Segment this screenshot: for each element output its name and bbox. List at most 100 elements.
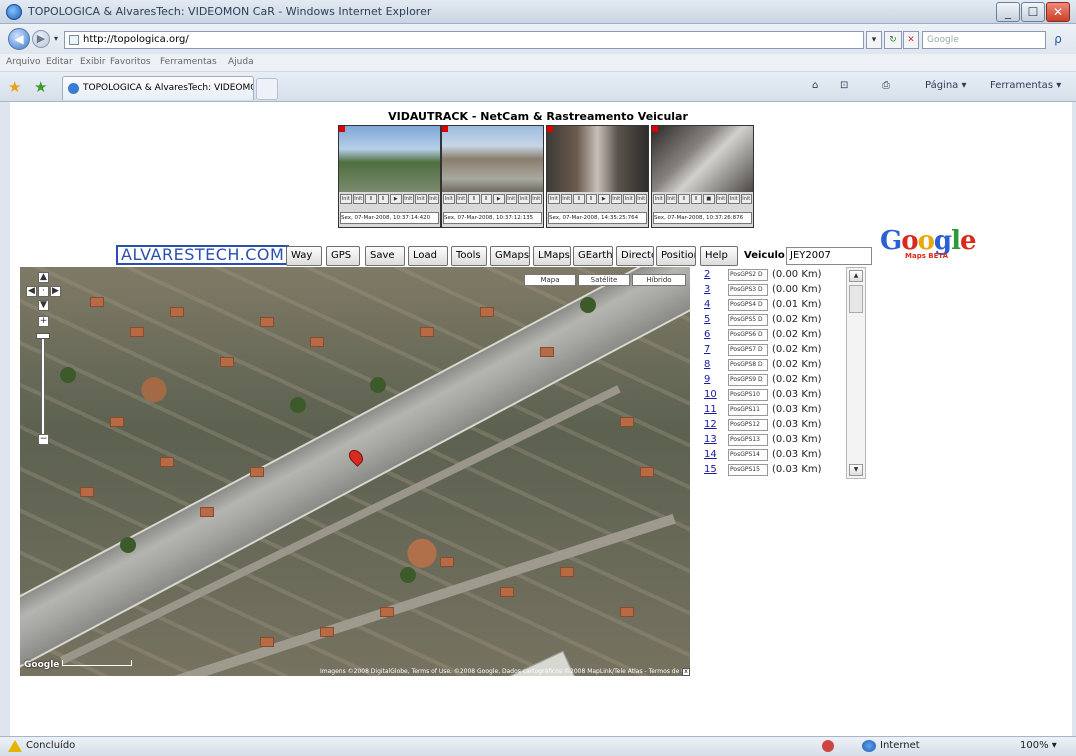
list-item[interactable]: 14 PosGPS14 (0.03 Km) [704,447,846,463]
list-item[interactable]: 8 PosGPS8 D (0.02 Km) [704,357,846,373]
menu-arquivo[interactable]: Arquivo [6,57,40,67]
cam-control[interactable]: Init [415,194,427,204]
search-icon[interactable]: ρ [1048,31,1068,49]
search-input[interactable]: Google [922,31,1046,49]
position-link[interactable]: 15 [704,462,726,478]
pan-down-icon[interactable]: ▼ [38,300,49,311]
position-list[interactable]: 2 PosGPS2 D (0.00 Km) 3 PosGPS3 D (0.00 Km) … [704,267,868,479]
list-item[interactable]: 9 PosGPS9 D (0.02 Km) [704,372,846,388]
cam-control[interactable]: Ⅱ [377,194,389,204]
cam-control[interactable]: Init [560,194,572,204]
map-type-satellite[interactable]: Satélite [578,274,630,286]
position-link[interactable]: 9 [704,372,726,388]
list-item[interactable]: 2 PosGPS2 D (0.00 Km) [704,267,846,283]
scroll-thumb[interactable] [849,285,863,313]
position-link[interactable]: 12 [704,417,726,433]
security-icon[interactable] [822,740,834,752]
position-link[interactable]: 8 [704,357,726,373]
tools-button[interactable]: Tools [451,246,487,266]
cam-control[interactable]: Ⅱ [690,194,702,204]
gearth-button[interactable]: GEarth [573,246,613,266]
position-link[interactable]: 5 [704,312,726,328]
cam-control[interactable]: Init [352,194,364,204]
cam-control[interactable]: ▶ [493,194,505,204]
tools-menu[interactable]: Ferramentas ▾ [990,80,1061,91]
position-link[interactable]: 13 [704,432,726,448]
cam-control[interactable]: Init [340,194,352,204]
alvarestech-logo-link[interactable]: ALVARESTECH.COM [116,245,290,265]
cam-control[interactable]: Init [665,194,677,204]
position-link[interactable]: 11 [704,402,726,418]
list-item[interactable]: 12 PosGPS12 (0.03 Km) [704,417,846,433]
position-link[interactable]: 7 [704,342,726,358]
zoom-slider[interactable] [41,333,45,437]
menu-ajuda[interactable]: Ajuda [228,57,254,67]
menu-editar[interactable]: Editar [46,57,73,67]
position-link[interactable]: 2 [704,267,726,283]
zoom-level[interactable]: 100% ▾ [1020,740,1057,751]
position-link[interactable]: 6 [704,327,726,343]
scroll-down-button[interactable]: ▼ [849,464,863,476]
pan-center-icon[interactable]: · [38,286,49,297]
netcam-2[interactable]: Init Init Ⅱ Ⅱ ▶ Init Init Init Sex, 07-Mar-2008… [441,125,544,228]
position-button[interactable]: Positior [656,246,696,266]
close-window-button[interactable]: ✕ [1046,2,1070,22]
cam-control[interactable]: Init [548,194,560,204]
cam-control[interactable]: Ⅱ [480,194,492,204]
tab-current[interactable]: TOPOLOGICA & AlvaresTech: VIDEOMOR ... [62,76,254,100]
help-button[interactable]: Help [700,246,738,266]
position-link[interactable]: 10 [704,387,726,403]
directions-button[interactable]: Directc [616,246,654,266]
map-type-mapa[interactable]: Mapa [524,274,576,286]
map-close-icon[interactable]: x [682,668,690,676]
position-link[interactable]: 3 [704,282,726,298]
gps-button[interactable]: GPS [326,246,360,266]
save-button[interactable]: Save [365,246,405,266]
cam-control[interactable]: Init [610,194,622,204]
way-button[interactable]: Way [286,246,322,266]
pan-left-icon[interactable]: ◀ [26,286,37,297]
pan-up-icon[interactable]: ▲ [38,272,49,283]
address-bar[interactable]: http://topologica.org/ [64,31,864,49]
cam-control[interactable]: Init [518,194,530,204]
cam-control[interactable]: Init [530,194,542,204]
pan-right-icon[interactable]: ▶ [50,286,61,297]
back-button[interactable]: ◀ [8,28,30,50]
feeds-icon[interactable]: ⊡ [840,80,848,91]
lmaps-button[interactable]: LMaps [533,246,571,266]
list-item[interactable]: 11 PosGPS11 (0.03 Km) [704,402,846,418]
list-item[interactable]: 3 PosGPS3 D (0.00 Km) [704,282,846,298]
forward-button[interactable]: ▶ [32,30,50,48]
list-item[interactable]: 6 PosGPS6 D (0.02 Km) [704,327,846,343]
cam-control[interactable]: ▶ [598,194,610,204]
list-item[interactable]: 4 PosGPS4 D (0.01 Km) [704,297,846,313]
map-type-hybrid[interactable]: Híbrido [632,274,686,286]
gmaps-button[interactable]: GMaps [490,246,530,266]
list-item[interactable]: 10 PosGPS10 (0.03 Km) [704,387,846,403]
netcam-4[interactable]: Init Init Ⅱ Ⅱ ■ Init Init Init Sex, 07-Mar-2008… [651,125,754,228]
address-dropdown-button[interactable]: ▾ [866,31,882,49]
refresh-button[interactable]: ↻ [884,31,902,49]
cam-control[interactable]: Ⅱ [468,194,480,204]
position-link[interactable]: 4 [704,297,726,313]
cam-control[interactable]: Init [653,194,665,204]
cam-control[interactable]: Ⅱ [678,194,690,204]
position-link[interactable]: 14 [704,447,726,463]
cam-control[interactable]: ■ [703,194,715,204]
cam-control[interactable]: Init [715,194,727,204]
stop-button[interactable]: ✕ [903,31,919,49]
menu-favoritos[interactable]: Favoritos [110,57,151,67]
list-item[interactable]: 5 PosGPS5 D (0.02 Km) [704,312,846,328]
list-item[interactable]: 7 PosGPS7 D (0.02 Km) [704,342,846,358]
cam-control[interactable]: ▶ [390,194,402,204]
cam-control[interactable]: Init [740,194,752,204]
netcam-3[interactable]: Init Init Ⅱ Ⅱ ▶ Init Init Init Sex, 07-Mar-2008… [546,125,649,228]
cam-control[interactable]: Ⅱ [573,194,585,204]
zoom-slider-knob[interactable] [36,333,50,339]
page-menu[interactable]: Página ▾ [925,80,967,91]
new-tab-button[interactable] [256,78,278,100]
minimize-button[interactable]: _ [996,2,1020,22]
home-icon[interactable]: ⌂ [812,80,818,91]
netcam-1[interactable]: Init Init Ⅱ Ⅱ ▶ Init Init Init Sex, 07-Mar-2008… [338,125,441,228]
favorites-center-icon[interactable]: ★ [8,78,21,96]
